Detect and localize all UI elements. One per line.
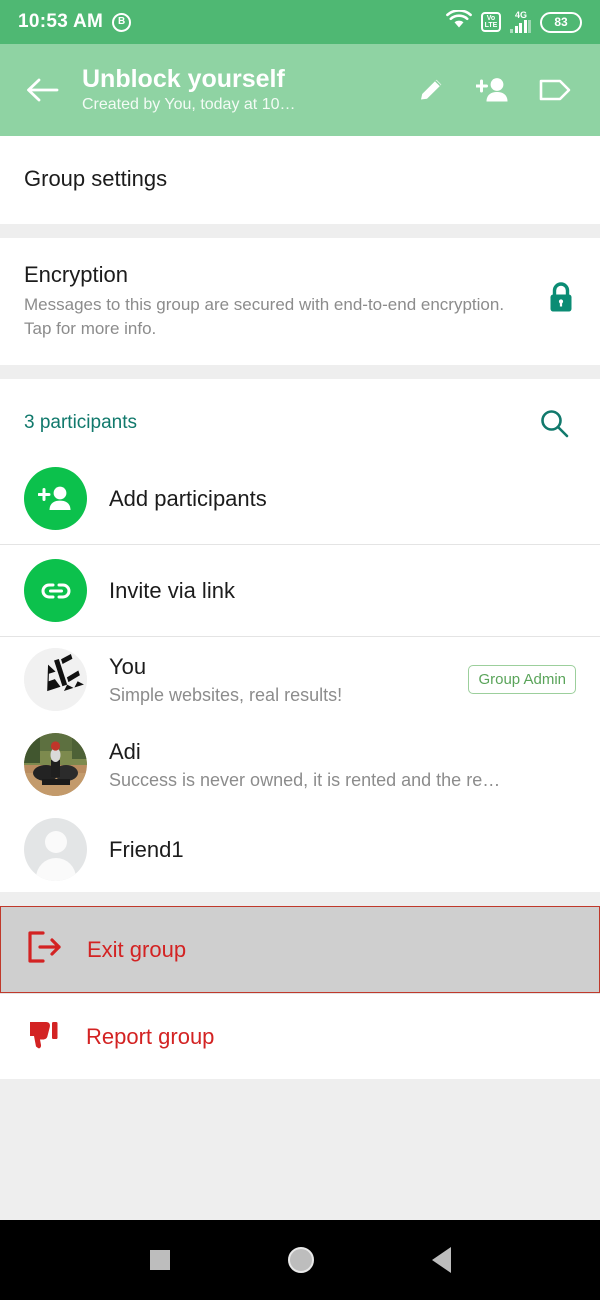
avatar xyxy=(24,648,87,711)
add-person-icon xyxy=(24,467,87,530)
status-badge: Group Admin xyxy=(468,665,576,694)
link-icon xyxy=(24,559,87,622)
label-button[interactable] xyxy=(526,61,584,119)
back-arrow-icon xyxy=(27,78,59,102)
lock-icon xyxy=(546,280,576,321)
section-divider xyxy=(0,224,600,238)
page-title: Unblock yourself xyxy=(82,65,285,93)
network-type-label: 4G xyxy=(515,10,528,20)
participants-header: 3 participants xyxy=(0,379,600,453)
encryption-description: Messages to this group are secured with … xyxy=(24,295,505,338)
participants-card: 3 participants Add participants Invite v… xyxy=(0,379,600,892)
phone-screen: 10:53 AM B Vo LTE 4G 83 Unblock yourself… xyxy=(0,0,600,1300)
status-time: 10:53 AM xyxy=(18,11,104,32)
thumbs-down-icon xyxy=(24,1016,64,1057)
back-button[interactable] xyxy=(16,64,68,116)
add-participant-button[interactable] xyxy=(464,61,522,119)
settings-body: Group settings Encryption Messages to th… xyxy=(0,136,600,1220)
back-triangle-icon[interactable] xyxy=(431,1247,451,1273)
section-divider-2 xyxy=(0,365,600,379)
group-settings-card[interactable]: Group settings xyxy=(0,136,600,224)
exit-group-row[interactable]: Exit group xyxy=(0,906,600,993)
invite-via-link-label: Invite via link xyxy=(109,577,235,603)
encryption-row[interactable]: Encryption Messages to this group are se… xyxy=(0,238,600,365)
status-bar-right: Vo LTE 4G 83 xyxy=(446,8,582,35)
signal-bars xyxy=(510,20,531,33)
exit-group-label: Exit group xyxy=(87,936,187,962)
group-settings-label[interactable]: Group settings xyxy=(0,136,600,224)
home-circle-icon[interactable] xyxy=(287,1247,314,1273)
list-item-text: Friend1 xyxy=(109,835,576,864)
encryption-card[interactable]: Encryption Messages to this group are se… xyxy=(0,238,600,365)
report-group-row[interactable]: Report group xyxy=(0,994,600,1079)
participant-name: Friend1 xyxy=(109,837,184,862)
encryption-text: Encryption Messages to this group are se… xyxy=(24,260,532,341)
status-bar: 10:53 AM B Vo LTE 4G 83 xyxy=(0,0,600,44)
section-divider-3 xyxy=(0,892,600,906)
volte-icon: Vo LTE xyxy=(481,12,501,32)
participant-name: Adi xyxy=(109,738,141,764)
list-item-text: You Simple websites, real results! xyxy=(109,652,446,708)
search-icon xyxy=(541,410,569,438)
search-participants-button[interactable] xyxy=(532,401,576,445)
add-person-icon xyxy=(476,78,508,102)
whatsapp-business-icon: B xyxy=(112,12,132,32)
volte-top: Vo xyxy=(486,15,496,22)
list-item-text: Adi Success is never owned, it is rented… xyxy=(109,737,576,793)
exit-icon xyxy=(25,929,65,970)
default-avatar-body xyxy=(35,858,76,881)
encryption-title: Encryption xyxy=(24,262,128,287)
avatar xyxy=(24,818,87,881)
list-item[interactable]: You Simple websites, real results! Group… xyxy=(0,637,600,722)
signal-icon: 4G xyxy=(510,11,531,33)
participant-status: Success is never owned, it is rented and… xyxy=(109,769,501,790)
label-tag-icon xyxy=(539,79,571,101)
wifi-icon xyxy=(446,8,472,35)
participant-status: Simple websites, real results! xyxy=(109,684,343,705)
list-item[interactable]: Friend1 xyxy=(0,807,600,892)
edit-button[interactable] xyxy=(402,61,460,119)
danger-card: Exit group Report group xyxy=(0,906,600,1079)
app-bar: Unblock yourself Created by You, today a… xyxy=(0,44,600,136)
invite-via-link-row[interactable]: Invite via link xyxy=(0,545,600,636)
recents-square-icon[interactable] xyxy=(149,1250,170,1270)
default-avatar-icon xyxy=(44,831,67,853)
android-nav-bar xyxy=(0,1220,600,1300)
status-bar-left: 10:53 AM B xyxy=(18,11,132,33)
add-participants-label: Add participants xyxy=(109,485,267,511)
list-item[interactable]: Adi Success is never owned, it is rented… xyxy=(0,722,600,807)
participants-count: 3 participants xyxy=(24,412,138,433)
add-participants-row[interactable]: Add participants xyxy=(0,453,600,544)
edit-icon xyxy=(421,79,442,100)
avatar xyxy=(24,733,87,796)
participant-name: You xyxy=(109,653,147,679)
report-group-label: Report group xyxy=(86,1023,215,1049)
app-bar-titles: Unblock yourself Created by You, today a… xyxy=(72,64,398,116)
page-subtitle: Created by You, today at 10… xyxy=(82,96,296,113)
battery-indicator: 83 xyxy=(540,11,582,33)
volte-bottom: LTE xyxy=(484,22,498,29)
